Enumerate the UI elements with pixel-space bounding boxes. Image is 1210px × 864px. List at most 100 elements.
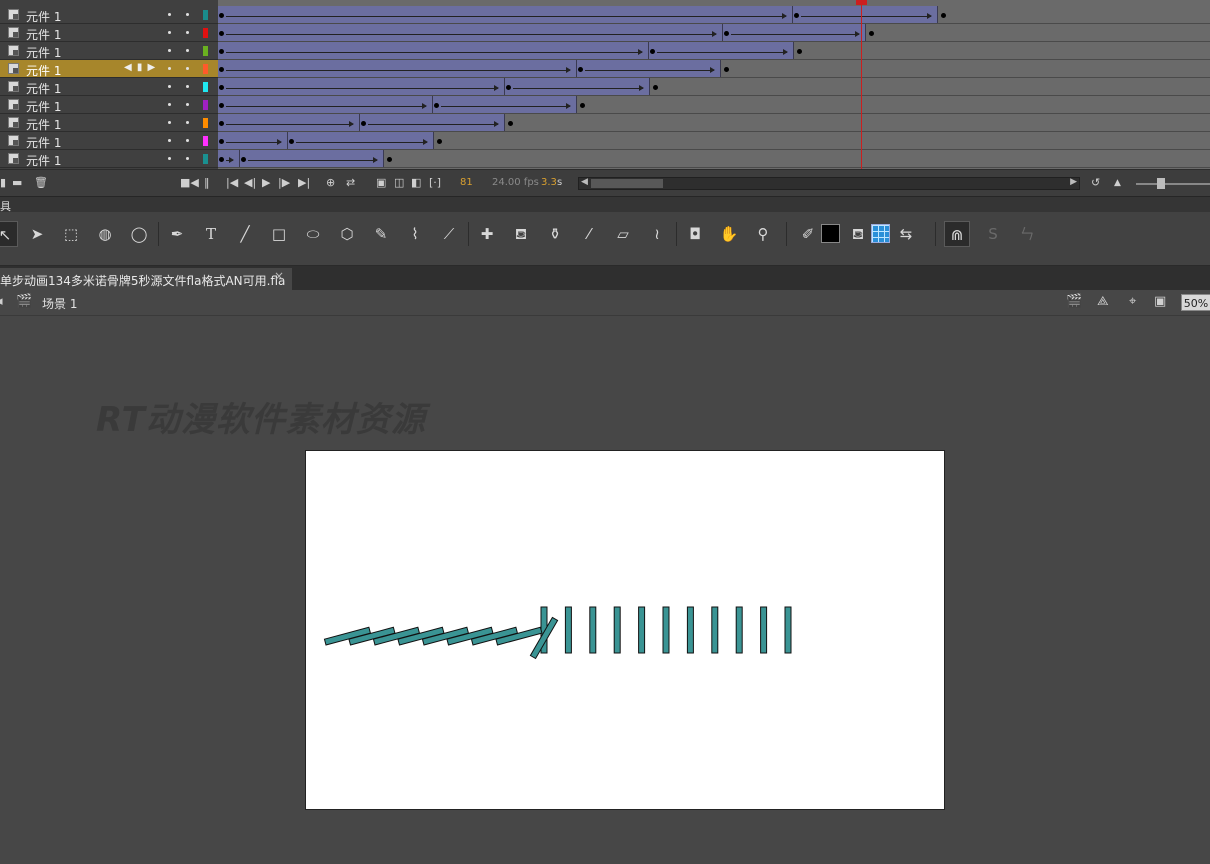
snap-to-objects-icon[interactable]: ⋒: [944, 221, 970, 247]
free-transform-tool-icon[interactable]: ⬚: [58, 221, 84, 247]
lasso-tool-icon[interactable]: ◯: [126, 221, 152, 247]
selection-tool-icon[interactable]: ➤: [24, 221, 50, 247]
onion-outline-icon[interactable]: ◫: [394, 177, 404, 189]
hand-tool-icon[interactable]: ✋: [716, 221, 742, 247]
layer-row[interactable]: 元件 1: [0, 96, 218, 114]
visibility-toggle[interactable]: [168, 121, 171, 124]
motion-tween[interactable]: [218, 6, 793, 23]
frame-row[interactable]: [218, 6, 1210, 24]
play-icon[interactable]: ▶: [262, 177, 270, 189]
keyframe[interactable]: [219, 49, 224, 54]
scene-label[interactable]: 场景 1: [42, 295, 77, 312]
scroll-left-icon[interactable]: ◀: [581, 177, 588, 187]
layer-outline-color[interactable]: [203, 118, 208, 128]
last-frame-icon[interactable]: ▶|: [298, 177, 310, 189]
visibility-toggle[interactable]: [168, 67, 171, 70]
timeline-scrollbar[interactable]: ◀ ▶: [578, 177, 1080, 190]
document-tab[interactable]: 单步动画134多米诺骨牌5秒源文件fla格式AN可用.fla: [0, 268, 292, 290]
brush-tool-icon[interactable]: ⟋: [436, 221, 462, 247]
timeline-zoom-thumb[interactable]: [1157, 178, 1165, 189]
frame-row[interactable]: [218, 132, 1210, 150]
subselection-tool-icon[interactable]: ↖: [0, 221, 18, 247]
keyframe[interactable]: [797, 49, 802, 54]
frame-row[interactable]: [218, 114, 1210, 132]
layer-outline-color[interactable]: [203, 82, 208, 92]
polystar-tool-icon[interactable]: ⬡: [334, 221, 360, 247]
edit-scene-icon[interactable]: 🎬: [1066, 294, 1082, 309]
layer-name[interactable]: 元件 1: [26, 134, 61, 151]
edit-symbols-icon[interactable]: ⟁: [1097, 294, 1109, 309]
domino[interactable]: [613, 606, 621, 654]
motion-tween[interactable]: [218, 132, 288, 149]
layer-outline-color[interactable]: [203, 28, 208, 38]
keyframe[interactable]: [219, 13, 224, 18]
pen-tool-icon[interactable]: ✒: [164, 221, 190, 247]
motion-tween[interactable]: [218, 78, 505, 95]
keyframe[interactable]: [361, 121, 366, 126]
eraser-tool-icon[interactable]: ▱: [610, 221, 636, 247]
domino[interactable]: [784, 606, 792, 654]
center-frame-icon[interactable]: ⊕: [326, 177, 335, 189]
pasteboard[interactable]: RT动漫软件素材资源: [0, 316, 1210, 864]
lock-toggle[interactable]: [186, 103, 189, 106]
zoom-out-icon[interactable]: ▲: [1114, 177, 1121, 189]
lock-toggle[interactable]: [186, 157, 189, 160]
motion-tween[interactable]: [505, 78, 650, 95]
new-layer-icon[interactable]: ▮: [0, 177, 6, 189]
layer-row[interactable]: 元件 1: [0, 78, 218, 96]
keyframe[interactable]: [219, 139, 224, 144]
line-tool-icon[interactable]: ╱: [232, 221, 258, 247]
text-tool-icon[interactable]: T: [198, 221, 224, 247]
fill-color-swatch[interactable]: [871, 224, 890, 243]
motion-tween[interactable]: [723, 24, 866, 41]
reset-zoom-icon[interactable]: ↺: [1091, 177, 1100, 189]
playhead[interactable]: [861, 0, 862, 169]
paint-bucket-tool-icon[interactable]: ⛾: [508, 221, 534, 247]
frame-row[interactable]: [218, 78, 1210, 96]
elapsed-time[interactable]: 3.3: [541, 177, 557, 188]
smooth-icon[interactable]: S: [980, 221, 1006, 247]
layer-name[interactable]: 元件 1: [26, 26, 61, 43]
layer-row[interactable]: 元件 1: [0, 114, 218, 132]
layer-name[interactable]: 元件 1: [26, 44, 61, 61]
domino[interactable]: [735, 606, 743, 654]
keyframe[interactable]: [580, 103, 585, 108]
delete-layer-icon[interactable]: 🗑: [34, 177, 48, 189]
keyframe[interactable]: [794, 13, 799, 18]
layer-name[interactable]: 元件 1: [26, 98, 61, 115]
stage-zoom-select[interactable]: 50%: [1181, 294, 1210, 311]
zoom-tool-icon[interactable]: ⚲: [750, 221, 776, 247]
keyframe[interactable]: [578, 67, 583, 72]
frame-row[interactable]: [218, 96, 1210, 114]
layer-outline-color[interactable]: [203, 64, 208, 74]
loop-icon[interactable]: ⇄: [346, 177, 355, 189]
stroke-color-swatch[interactable]: [821, 224, 840, 243]
visibility-toggle[interactable]: [168, 13, 171, 16]
keyframe[interactable]: [869, 31, 874, 36]
motion-tween[interactable]: [793, 6, 938, 23]
layer-row[interactable]: 元件 1: [0, 42, 218, 60]
keyframe[interactable]: [219, 121, 224, 126]
pencil-tool-icon[interactable]: ✎: [368, 221, 394, 247]
frame-row[interactable]: [218, 150, 1210, 168]
width-tool-icon[interactable]: ≀: [644, 221, 670, 247]
visibility-toggle[interactable]: [168, 85, 171, 88]
current-frame[interactable]: 81: [460, 177, 473, 188]
domino[interactable]: [760, 606, 768, 654]
layer-name[interactable]: 元件 1: [26, 116, 61, 133]
keyframe[interactable]: [506, 85, 511, 90]
layer-row[interactable]: 元件 1 ◀ ▮ ▶: [0, 60, 218, 78]
visibility-toggle[interactable]: [168, 31, 171, 34]
visibility-toggle[interactable]: [168, 139, 171, 142]
layer-outline-color[interactable]: [203, 10, 208, 20]
stage[interactable]: [305, 450, 945, 810]
lock-toggle[interactable]: [186, 121, 189, 124]
paint-brush-tool-icon[interactable]: ⌇: [402, 221, 428, 247]
layer-outline-color[interactable]: [203, 154, 208, 164]
center-stage-icon[interactable]: ⌖: [1129, 294, 1136, 309]
domino[interactable]: [638, 606, 646, 654]
motion-tween[interactable]: [218, 150, 240, 167]
keyframe[interactable]: [219, 157, 224, 162]
motion-tween[interactable]: [218, 114, 360, 131]
domino[interactable]: [662, 606, 670, 654]
